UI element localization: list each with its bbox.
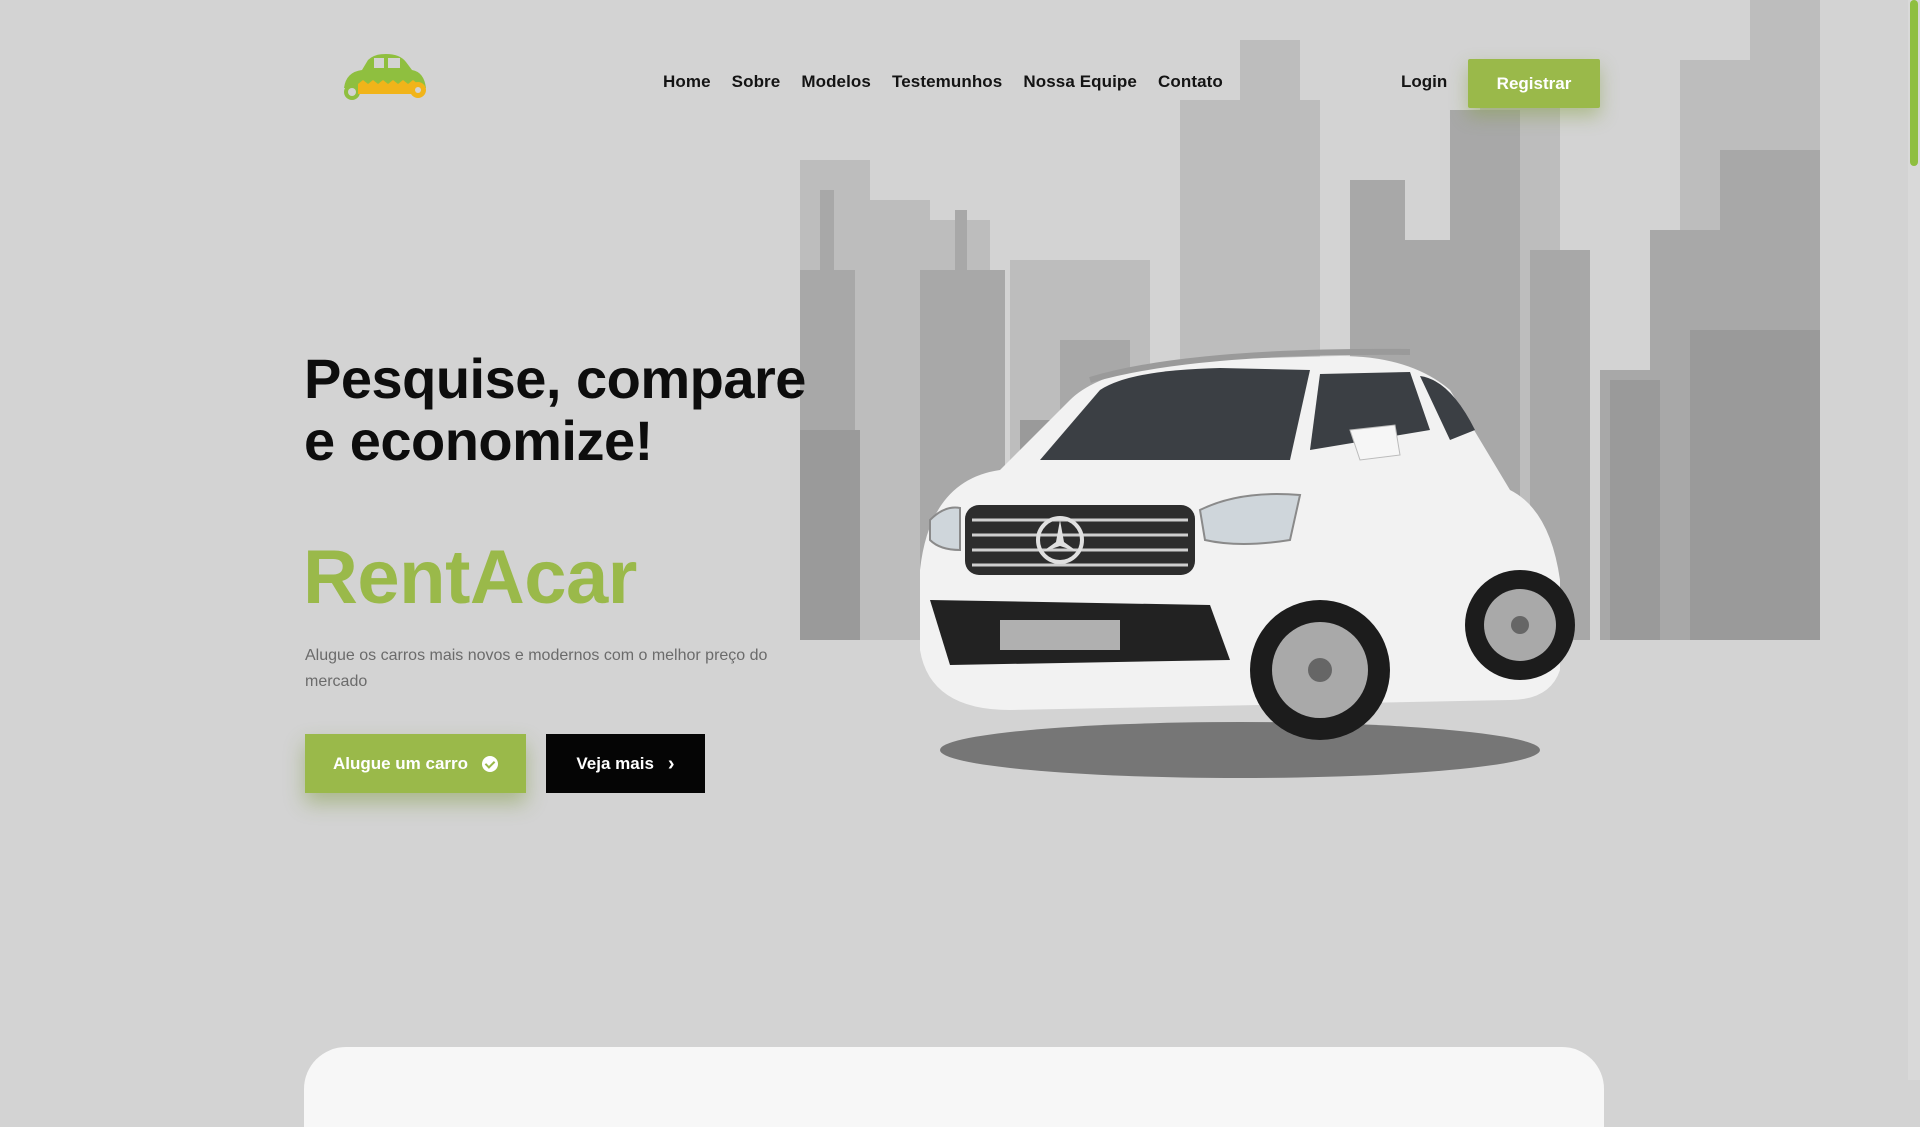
car-key-icon — [344, 54, 426, 100]
hero-subtitle: Alugue os carros mais novos e modernos c… — [305, 647, 768, 690]
rent-car-button[interactable]: Alugue um carro — [305, 734, 526, 793]
scrollbar-thumb[interactable] — [1910, 0, 1918, 166]
nav-contato[interactable]: Contato — [1158, 72, 1223, 92]
hero-title: Pesquise, compare e economize! — [304, 347, 806, 472]
see-more-button[interactable]: Veja mais › — [546, 734, 705, 793]
scrollbar[interactable] — [1908, 0, 1920, 1080]
login-link[interactable]: Login — [1401, 72, 1447, 92]
rent-car-label: Alugue um carro — [332, 753, 469, 773]
car-image — [920, 348, 1575, 778]
logo[interactable] — [334, 54, 432, 106]
chevron-right-icon: › — [667, 752, 675, 775]
hero-brand: RentAcar — [303, 535, 637, 620]
nav-modelos[interactable]: Modelos — [801, 72, 871, 92]
nav-sobre[interactable]: Sobre — [732, 72, 781, 92]
nav-testemunhos[interactable]: Testemunhos — [892, 72, 1002, 92]
register-button[interactable]: Registrar — [1468, 59, 1600, 108]
content-card — [304, 1047, 1604, 1127]
main-nav: Home Sobre Modelos Testemunhos Nossa Equ… — [663, 72, 1223, 92]
nav-home[interactable]: Home — [663, 72, 711, 92]
see-more-label: Veja mais — [576, 753, 654, 773]
check-circle-icon — [482, 755, 499, 772]
nav-nossa-equipe[interactable]: Nossa Equipe — [1023, 72, 1137, 92]
